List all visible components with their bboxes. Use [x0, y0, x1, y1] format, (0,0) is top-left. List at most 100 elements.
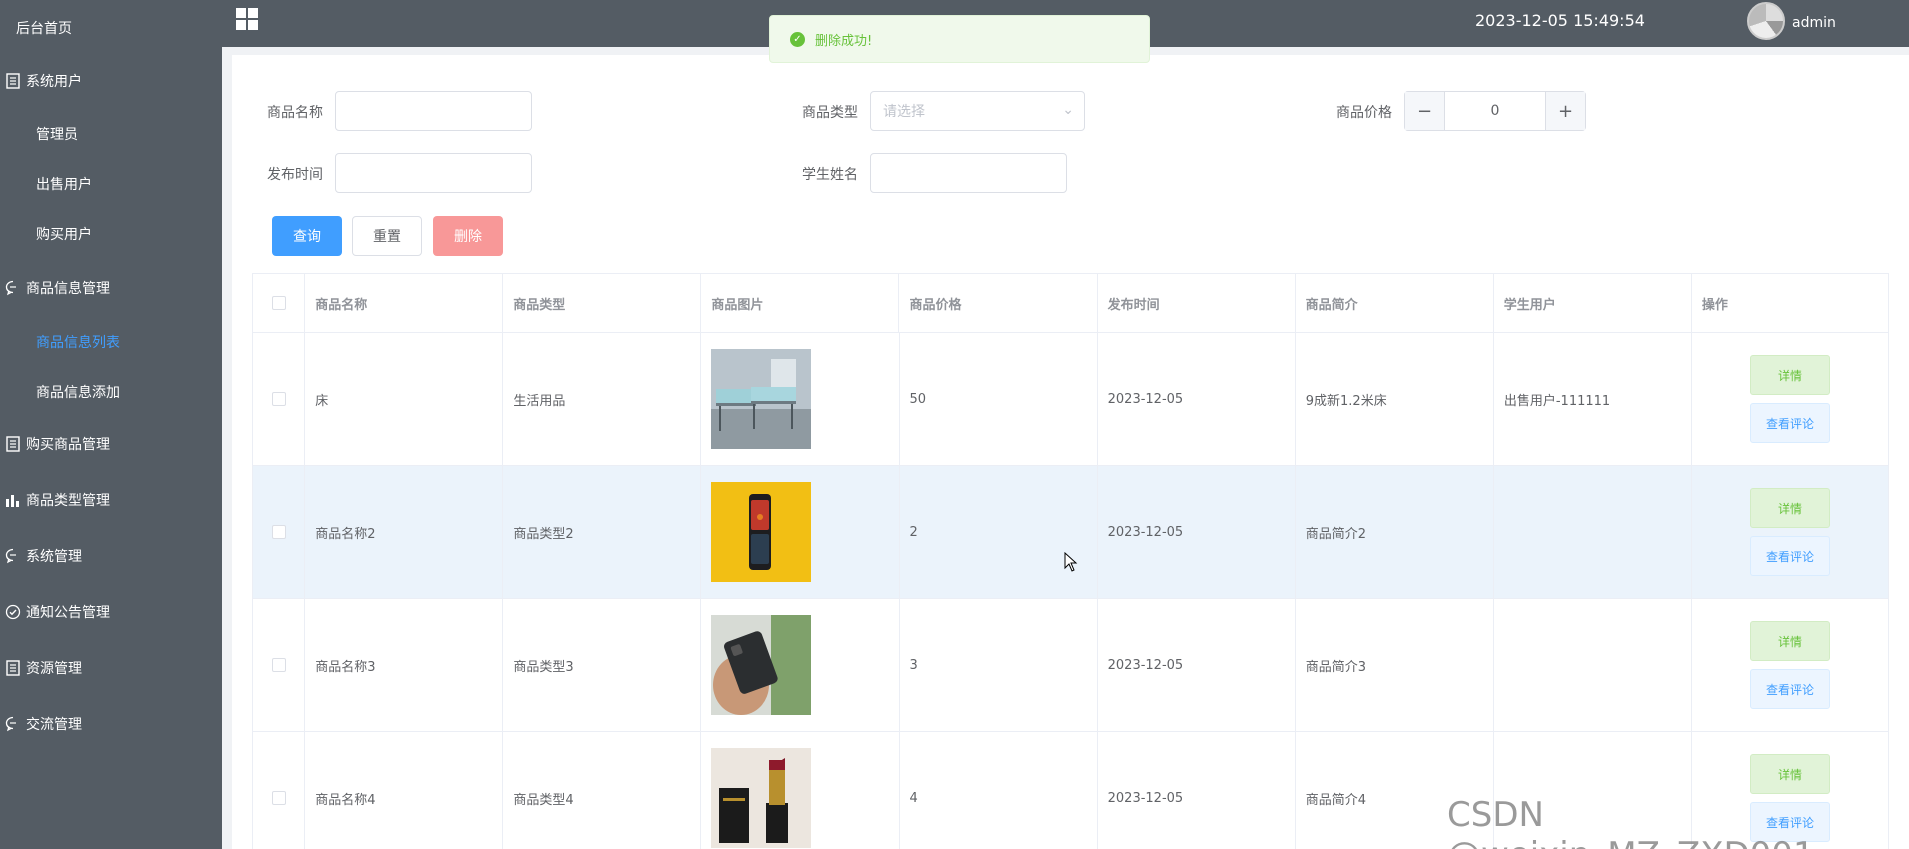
- column-header: 商品名称: [305, 274, 504, 332]
- sidebar-item-purchase-management[interactable]: 购买商品管理: [0, 416, 222, 472]
- cell-intro: 9成新1.2米床: [1296, 333, 1494, 465]
- select-all-cell: [253, 274, 306, 332]
- cell-student: [1493, 466, 1692, 598]
- sidebar-item-goods-management[interactable]: 商品信息管理: [0, 260, 222, 316]
- chat-icon: [4, 715, 22, 733]
- table-header-row: 商品名称 商品类型 商品图片 商品价格 发布时间 商品简介 学生用户 操作: [253, 274, 1889, 333]
- cell-time: 2023-12-05: [1097, 466, 1296, 598]
- row-select-cell: [253, 732, 306, 849]
- sidebar-item-admin[interactable]: 管理员: [0, 106, 222, 162]
- table-row[interactable]: 床 生活用品 50 2023-12-05 9成新1.2米床 出售用户-11111…: [253, 333, 1889, 466]
- sidebar-item-label: 系统用户: [26, 74, 82, 90]
- detail-button[interactable]: 详情: [1749, 488, 1830, 528]
- view-comments-button[interactable]: 查看评论: [1749, 536, 1830, 576]
- column-header: 商品简介: [1296, 274, 1494, 332]
- column-header: 发布时间: [1098, 274, 1296, 332]
- filter-student-label: 学生姓名: [802, 167, 858, 183]
- reset-button[interactable]: 重置: [352, 216, 422, 256]
- cell-name: 床: [305, 333, 504, 465]
- chevron-down-icon: ⌄: [1062, 102, 1074, 118]
- sidebar-item-label: 管理员: [36, 127, 78, 143]
- cell-name: 商品名称2: [305, 466, 504, 598]
- sidebar-item-buyer-users[interactable]: 购买用户: [0, 206, 222, 262]
- sidebar-item-label: 商品信息添加: [36, 385, 120, 401]
- cell-operations: 详情 查看评论: [1692, 333, 1889, 465]
- cell-intro: 商品简介2: [1295, 466, 1494, 598]
- view-comments-button[interactable]: 查看评论: [1749, 403, 1830, 443]
- column-header: 商品价格: [899, 274, 1098, 332]
- sidebar: 后台首页 系统用户 管理员 出售用户 购买用户 商品信息管理 商品信息列表 商品…: [0, 0, 222, 849]
- sidebar-item-goods-type-management[interactable]: 商品类型管理: [0, 472, 222, 528]
- query-button[interactable]: 查询: [272, 216, 342, 256]
- cell-price: 2: [899, 466, 1098, 598]
- price-stepper[interactable]: − 0 +: [1404, 91, 1586, 131]
- sidebar-item-seller-users[interactable]: 出售用户: [0, 156, 222, 212]
- publish-time-input[interactable]: [335, 153, 532, 193]
- sidebar-item-goods-list[interactable]: 商品信息列表: [0, 314, 222, 370]
- sidebar-item-notice-management[interactable]: 通知公告管理: [0, 584, 222, 640]
- select-placeholder: 请选择: [883, 104, 925, 120]
- product-image-beds[interactable]: [711, 349, 812, 449]
- sidebar-item-resource-management[interactable]: 资源管理: [0, 640, 222, 696]
- cell-price: 4: [900, 732, 1098, 849]
- cell-operations: 详情 查看评论: [1691, 466, 1889, 598]
- row-checkbox[interactable]: [271, 392, 286, 406]
- sidebar-item-label: 资源管理: [26, 661, 82, 677]
- sidebar-item-home[interactable]: 后台首页: [0, 0, 222, 56]
- student-name-input[interactable]: [870, 153, 1067, 193]
- sidebar-item-goods-add[interactable]: 商品信息添加: [0, 364, 222, 420]
- cell-time: 2023-12-05: [1098, 732, 1296, 849]
- sidebar-item-communication-management[interactable]: 交流管理: [0, 696, 222, 752]
- column-header: 商品图片: [701, 274, 900, 332]
- row-checkbox[interactable]: [271, 658, 286, 672]
- document-icon: [4, 435, 22, 453]
- sidebar-item-label: 商品信息列表: [36, 335, 120, 351]
- detail-button[interactable]: 详情: [1749, 754, 1830, 794]
- cell-time: 2023-12-05: [1098, 333, 1296, 465]
- goods-name-input[interactable]: [335, 91, 532, 131]
- success-check-icon: ✓: [790, 31, 805, 47]
- cell-student: 出售用户-111111: [1494, 333, 1692, 465]
- cell-price: 50: [900, 333, 1098, 465]
- minus-icon[interactable]: −: [1405, 92, 1445, 130]
- document-icon: [4, 72, 22, 90]
- cell-type: 商品类型4: [503, 732, 702, 849]
- menu-grid-icon[interactable]: [236, 8, 258, 30]
- product-image-phone[interactable]: [711, 482, 812, 582]
- sidebar-item-label: 后台首页: [16, 21, 72, 37]
- cell-type: 商品类型2: [503, 466, 702, 598]
- row-checkbox[interactable]: [271, 525, 286, 539]
- sidebar-item-label: 系统管理: [26, 549, 82, 565]
- cell-name: 商品名称4: [305, 732, 504, 849]
- avatar[interactable]: [1747, 2, 1785, 40]
- product-image-hand-phone[interactable]: [711, 615, 812, 715]
- sidebar-item-system-management[interactable]: 系统管理: [0, 528, 222, 584]
- toast-message: 删除成功!: [815, 33, 873, 49]
- success-toast: ✓ 删除成功!: [769, 15, 1150, 63]
- column-header: 商品类型: [503, 274, 702, 332]
- row-select-cell: [253, 333, 306, 465]
- select-all-checkbox[interactable]: [271, 296, 286, 310]
- view-comments-button[interactable]: 查看评论: [1749, 669, 1830, 709]
- row-select-cell: [253, 466, 306, 598]
- product-image-lipstick[interactable]: [711, 748, 812, 848]
- chat-icon: [4, 279, 22, 297]
- sidebar-item-label: 购买商品管理: [26, 437, 110, 453]
- price-value[interactable]: 0: [1445, 92, 1545, 130]
- detail-button[interactable]: 详情: [1749, 621, 1830, 661]
- detail-button[interactable]: 详情: [1749, 355, 1830, 395]
- sidebar-item-system-users[interactable]: 系统用户: [0, 53, 222, 109]
- sidebar-item-label: 出售用户: [36, 177, 92, 193]
- table-row[interactable]: 商品名称2 商品类型2 2 2023-12-05 商品简介2 详情 查看评论: [253, 466, 1889, 599]
- table-row[interactable]: 商品名称3 商品类型3 3 2023-12-05 商品简介3 详情 查看评论: [253, 599, 1889, 732]
- cell-image: [701, 599, 900, 731]
- sidebar-item-label: 购买用户: [36, 227, 92, 243]
- username[interactable]: admin: [1792, 15, 1836, 31]
- delete-button[interactable]: 删除: [433, 216, 503, 256]
- filter-type-label: 商品类型: [802, 105, 858, 121]
- plus-icon[interactable]: +: [1545, 92, 1585, 130]
- goods-type-select[interactable]: 请选择 ⌄: [870, 91, 1085, 131]
- chat-icon: [4, 547, 22, 565]
- row-checkbox[interactable]: [271, 791, 286, 805]
- row-select-cell: [253, 599, 306, 731]
